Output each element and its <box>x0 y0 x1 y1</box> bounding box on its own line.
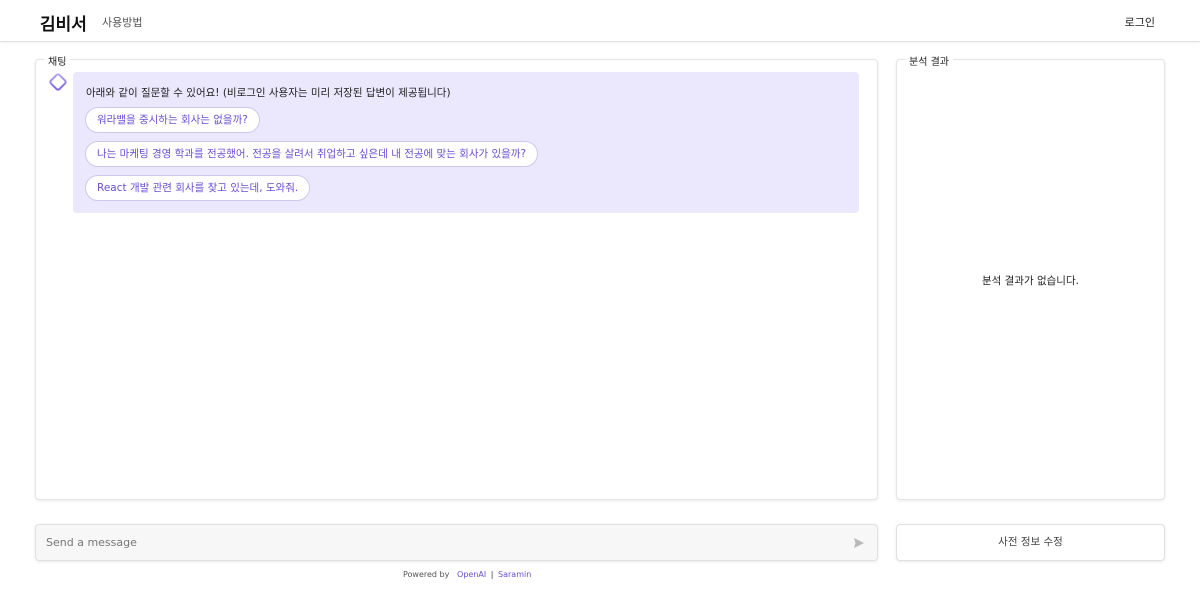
suggestion-chip[interactable]: React 개발 관련 회사를 찾고 있는데, 도와줘. <box>85 175 311 201</box>
chat-panel-title: 채팅 <box>44 53 71 68</box>
result-panel-title: 분석 결과 <box>905 53 953 68</box>
top-navbar: 김비서 사용방법 로그인 <box>0 0 1200 42</box>
send-icon[interactable] <box>853 537 865 549</box>
footer: Powered by OpenAI | Saramin <box>403 570 531 579</box>
nav-howto-link[interactable]: 사용방법 <box>102 14 142 30</box>
result-panel: 분석 결과 분석 결과가 없습니다. <box>896 53 1165 500</box>
saramin-link[interactable]: Saramin <box>498 570 531 579</box>
empty-result-text: 분석 결과가 없습니다. <box>982 275 1079 287</box>
app-logo[interactable]: 김비서 <box>40 10 87 35</box>
chat-panel: 채팅 아래와 같이 질문할 수 있어요! (비로그인 사용자는 미리 저장된 답… <box>35 53 878 500</box>
suggestion-chip[interactable]: 워라밸을 중시하는 회사는 없을까? <box>85 107 260 133</box>
bot-intro-text: 아래와 같이 질문할 수 있어요! (비로그인 사용자는 미리 저장된 답변이 … <box>86 87 451 99</box>
suggestion-chip[interactable]: 나는 마케팅 경영 학과를 전공했어. 전공을 살려서 취업하고 싶은데 내 전… <box>85 141 539 167</box>
powered-by-text: Powered by <box>403 570 450 579</box>
message-input-box <box>35 524 878 561</box>
edit-profile-button[interactable]: 사전 정보 수정 <box>896 524 1165 561</box>
message-input[interactable] <box>46 525 836 560</box>
footer-separator: | <box>490 570 494 579</box>
diamond-icon <box>49 73 67 91</box>
bot-message-bubble: 아래와 같이 질문할 수 있어요! (비로그인 사용자는 미리 저장된 답변이 … <box>73 72 859 213</box>
login-button[interactable]: 로그인 <box>1125 14 1155 30</box>
openai-link[interactable]: OpenAI <box>457 570 486 579</box>
